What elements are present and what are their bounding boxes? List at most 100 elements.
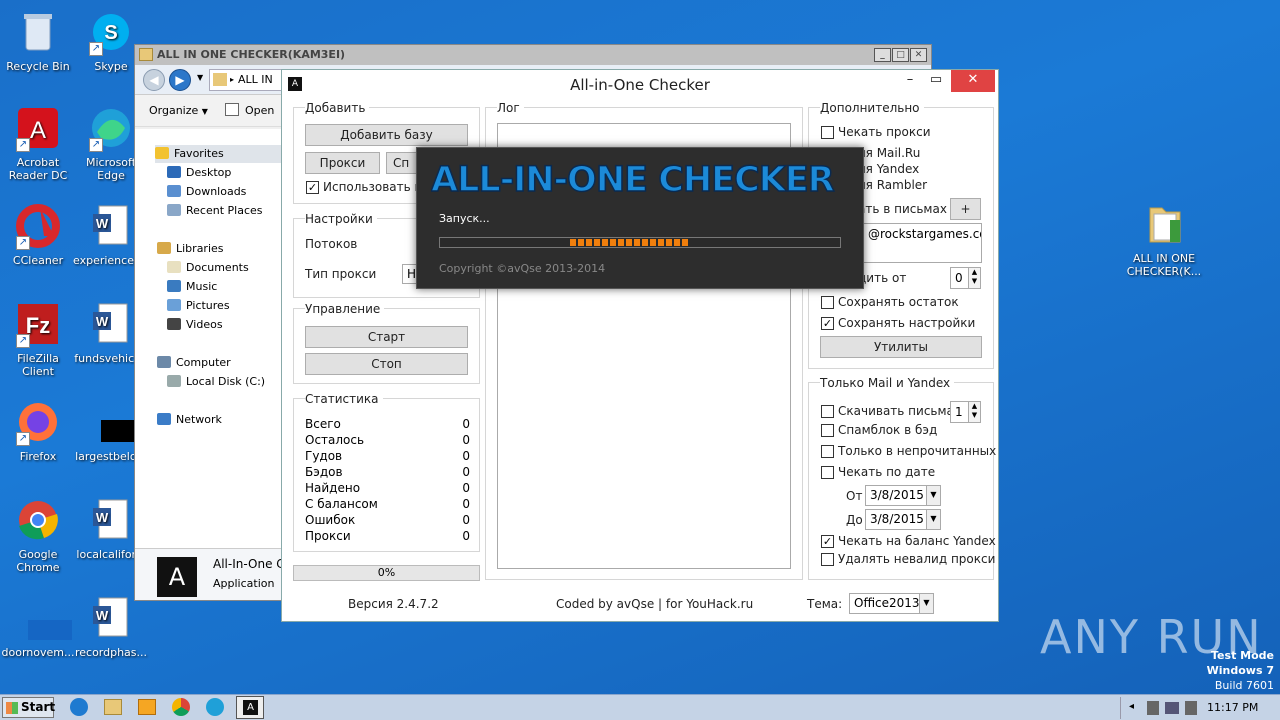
app-icon: A <box>157 557 197 597</box>
spinner-icon[interactable]: ▲ ▼ <box>968 402 980 422</box>
explorer-taskbar-icon[interactable] <box>104 699 122 715</box>
download-count-stepper[interactable]: 1 ▲ ▼ <box>950 401 981 423</box>
utilities-button[interactable]: Утилиты <box>820 336 982 358</box>
chevron-down-icon[interactable]: ▼ <box>926 510 940 529</box>
save-rest-label: Сохранять остаток <box>838 295 959 309</box>
checker-taskbar-button[interactable]: A <box>236 696 264 719</box>
chevron-down-icon[interactable]: ▼ <box>919 594 933 613</box>
spinner-icon[interactable]: ▲ ▼ <box>968 268 980 288</box>
checker-titlebar[interactable]: A All-in-One Checker – ▭ ✕ <box>282 70 998 100</box>
nav-item-documents[interactable]: Documents <box>167 261 249 274</box>
videos-icon <box>167 318 181 330</box>
blank-file-icon <box>14 594 72 642</box>
desktop-icon-filezilla[interactable]: Fz ↗ FileZilla Client <box>0 300 76 378</box>
splash-copyright: Copyright ©avQse 2013-2014 <box>439 262 606 275</box>
from-stepper[interactable]: 0 ▲ ▼ <box>950 267 981 289</box>
yandex-balance-checkbox[interactable]: ✓ <box>821 535 834 548</box>
theme-select[interactable]: Office2013 ▼ <box>849 593 934 614</box>
in-letters-label: ать в письмах <box>858 202 947 216</box>
back-icon[interactable]: ◀ <box>143 69 165 91</box>
add-group-label: Добавить <box>305 101 370 115</box>
stat-row: Ошибок 0 <box>305 513 470 527</box>
desktop-icon-ccleaner[interactable]: ↗ CCleaner <box>0 202 76 267</box>
minimize-icon[interactable]: _ <box>874 48 891 62</box>
control-group-label: Управление <box>305 302 385 316</box>
svg-text:W: W <box>96 608 109 623</box>
by-date-checkbox[interactable] <box>821 466 834 479</box>
clock[interactable]: 11:17 PM <box>1207 701 1258 714</box>
close-icon[interactable]: ✕ <box>910 48 927 62</box>
splash-logo: ALL-IN-ONE CHECKER <box>431 160 836 200</box>
stat-row: С балансом 0 <box>305 497 470 511</box>
network-tray-icon[interactable] <box>1165 702 1179 714</box>
network-icon <box>157 413 171 425</box>
chevron-up-icon[interactable]: ◂ <box>1129 701 1134 712</box>
chrome-taskbar-icon[interactable] <box>172 698 190 716</box>
nav-item-favorites[interactable]: Favorites <box>155 145 281 163</box>
nav-item-local-disk[interactable]: Local Disk (C:) <box>167 375 265 388</box>
minimize-icon[interactable]: – <box>900 70 920 92</box>
nav-item-libraries[interactable]: Libraries <box>157 242 224 255</box>
nav-item-downloads[interactable]: Downloads <box>167 185 246 198</box>
chevron-right-icon: ▸ <box>230 75 235 84</box>
nav-item-computer[interactable]: Computer <box>157 356 231 369</box>
desktop-icon-recycle-bin[interactable]: Recycle Bin <box>0 8 76 73</box>
proxy-type-label: Тип прокси <box>305 267 377 281</box>
music-icon <box>167 280 181 292</box>
desktop-icon-acrobat[interactable]: A ↗ Acrobat Reader DC <box>0 104 76 182</box>
folder-icon <box>213 73 227 86</box>
stop-button[interactable]: Стоп <box>305 353 468 375</box>
media-player-icon[interactable] <box>138 699 156 715</box>
edge-taskbar-icon[interactable] <box>206 698 224 716</box>
chevron-down-icon[interactable]: ▼ <box>926 486 940 505</box>
windows-logo-icon <box>6 702 18 714</box>
date-from-picker[interactable]: 3/8/2015 ▼ <box>865 485 941 506</box>
date-to-picker[interactable]: 3/8/2015 ▼ <box>865 509 941 530</box>
nav-item-videos[interactable]: Videos <box>167 318 223 331</box>
save-settings-checkbox[interactable]: ✓ <box>821 317 834 330</box>
date-to-label: До <box>846 513 863 527</box>
desktop-icon-checker-folder[interactable]: ALL IN ONE CHECKER(K... <box>1124 200 1204 278</box>
spamblock-checkbox[interactable] <box>821 424 834 437</box>
firefox-icon: ↗ <box>14 398 62 446</box>
stats-group: Статистика Всего 0 Осталось 0 Гудов 0 Бэдов… <box>293 392 480 552</box>
address-bar[interactable]: ▸ ALL IN <box>209 69 289 91</box>
forward-icon[interactable]: ▶ <box>169 69 191 91</box>
desktop-icon-doornov[interactable]: doornovem... <box>0 594 76 659</box>
start-button[interactable]: Start <box>2 697 55 718</box>
flag-icon[interactable] <box>1147 701 1159 715</box>
check-proxy-checkbox[interactable] <box>821 126 834 139</box>
volume-icon[interactable] <box>1185 701 1197 715</box>
nav-item-network[interactable]: Network <box>157 413 222 426</box>
desktop-icon-chrome[interactable]: Google Chrome <box>0 496 76 574</box>
download-letters-checkbox[interactable] <box>821 405 834 418</box>
nav-item-pictures[interactable]: Pictures <box>167 299 230 312</box>
recent-pages-chevron-icon[interactable]: ▼ <box>197 73 203 82</box>
start-button[interactable]: Старт <box>305 326 468 348</box>
save-settings-label: Сохранять настройки <box>838 316 976 330</box>
nav-item-desktop[interactable]: Desktop <box>167 166 231 179</box>
explorer-titlebar[interactable]: ALL IN ONE CHECKER(KAM3EI) _ □ ✕ <box>135 45 931 65</box>
nav-item-recent[interactable]: Recent Places <box>167 204 263 217</box>
spamblock-label: Спамблок в бэд <box>838 423 938 437</box>
save-rest-checkbox[interactable] <box>821 296 834 309</box>
proxy-button[interactable]: Прокси <box>305 152 380 174</box>
pictures-icon <box>167 299 181 311</box>
check-proxy-label: Чекать прокси <box>838 125 931 139</box>
add-search-button[interactable]: + <box>950 198 981 220</box>
add-db-button[interactable]: Добавить базу <box>305 124 468 146</box>
organize-button[interactable]: Organize ▼ <box>149 104 208 117</box>
unread-checkbox[interactable] <box>821 445 834 458</box>
edge-icon: ↗ <box>87 104 135 152</box>
nav-item-music[interactable]: Music <box>167 280 217 293</box>
maximize-icon[interactable]: ▭ <box>926 70 946 92</box>
ie-icon[interactable] <box>70 698 88 716</box>
close-icon[interactable]: ✕ <box>951 70 995 92</box>
delete-invalid-checkbox[interactable] <box>821 553 834 566</box>
desktop-icon-recordphas[interactable]: W recordphas... <box>73 594 149 659</box>
maximize-icon[interactable]: □ <box>892 48 909 62</box>
desktop-icon-firefox[interactable]: ↗ Firefox <box>0 398 76 463</box>
yandex-label: ля Yandex <box>858 162 920 176</box>
open-button[interactable]: Open <box>245 104 274 117</box>
use-proxy-checkbox[interactable]: ✓ <box>306 181 319 194</box>
